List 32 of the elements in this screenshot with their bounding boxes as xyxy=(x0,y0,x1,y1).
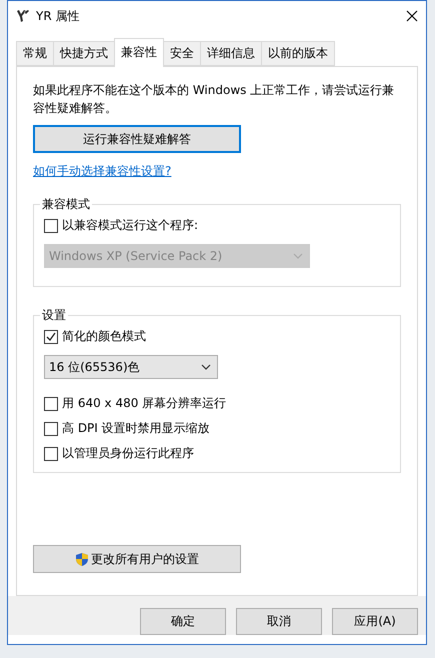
chevron-icon xyxy=(293,253,303,259)
checkbox-label: 用 640 x 480 屏幕分辨率运行 xyxy=(62,395,226,412)
tab[interactable]: 兼容性 xyxy=(114,38,164,67)
tab[interactable]: 常规 xyxy=(16,41,54,66)
group-title: 兼容模式 xyxy=(41,196,91,213)
checkbox[interactable] xyxy=(44,446,58,460)
close-icon[interactable] xyxy=(406,10,418,22)
window-title: YR 属性 xyxy=(36,8,80,24)
tab[interactable]: 快捷方式 xyxy=(53,41,115,66)
tab[interactable]: 以前的版本 xyxy=(261,41,335,66)
group-title: 设置 xyxy=(41,307,67,324)
shield-icon xyxy=(75,552,89,566)
checkbox-label: 以管理员身份运行此程序 xyxy=(62,445,194,462)
checkbox-label: 简化的颜色模式 xyxy=(62,328,146,345)
app-icon xyxy=(16,9,30,23)
dialog-button[interactable]: 应用(A) xyxy=(332,608,418,635)
checkbox[interactable] xyxy=(44,422,58,436)
checkbox-label: 以兼容模式运行这个程序: xyxy=(62,217,198,234)
troubleshoot-button[interactable]: 运行兼容性疑难解答 xyxy=(33,125,241,153)
description-text: 如果此程序不能在这个版本的 Windows 上正常工作，请尝试运行兼容性疑难解答。 xyxy=(33,82,396,117)
dialog-button[interactable]: 确定 xyxy=(140,608,226,635)
checkbox[interactable] xyxy=(44,330,58,344)
dropdown[interactable]: 16 位(65536)色 xyxy=(44,355,218,379)
checkbox-label: 高 DPI 设置时禁用显示缩放 xyxy=(62,420,210,437)
tab[interactable]: 详细信息 xyxy=(200,41,262,66)
checkbox[interactable] xyxy=(44,218,58,232)
all-users-button[interactable]: 更改所有用户的设置 xyxy=(33,545,241,573)
tab[interactable]: 安全 xyxy=(163,41,201,66)
chevron-icon xyxy=(201,364,211,370)
checkbox[interactable] xyxy=(44,396,58,410)
dialog-button[interactable]: 取消 xyxy=(236,608,322,635)
help-link[interactable]: 如何手动选择兼容性设置? xyxy=(33,163,401,180)
